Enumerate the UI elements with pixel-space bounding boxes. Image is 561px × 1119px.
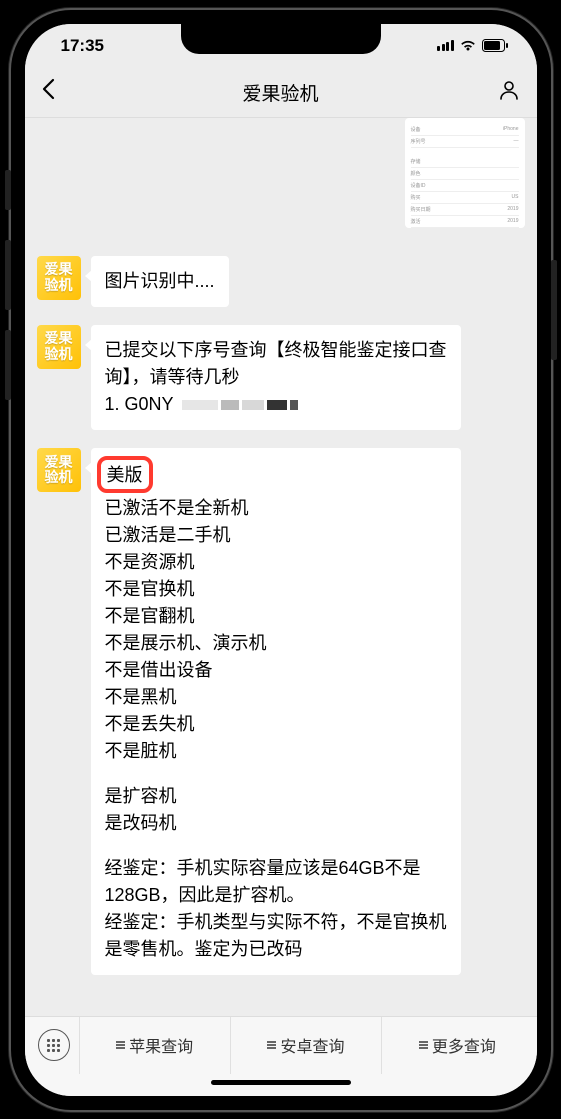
wifi-icon bbox=[459, 39, 477, 52]
result-line: 是扩容机 bbox=[105, 783, 447, 810]
cellular-icon bbox=[437, 40, 454, 51]
chat-area[interactable]: 设备iPhone 序列号— 存储 颜色 设备ID 购买US 购买日期2019 激… bbox=[25, 118, 537, 1016]
verdict-text: 经鉴定：手机类型与实际不符，不是官换机是零售机。鉴定为已改码 bbox=[105, 909, 447, 963]
screen: 17:35 爱果验机 bbox=[25, 24, 537, 1096]
message-bubble[interactable]: 已提交以下序号查询【终极智能鉴定接口查询】，请等待几秒 1. G0NY bbox=[91, 325, 461, 431]
menu-icon bbox=[267, 1041, 276, 1049]
back-button[interactable] bbox=[41, 78, 81, 107]
result-line: 不是脏机 bbox=[105, 738, 447, 765]
status-time: 17:35 bbox=[61, 36, 104, 56]
nav-bar: 爱果验机 bbox=[25, 68, 537, 118]
result-line: 不是黑机 bbox=[105, 684, 447, 711]
result-line: 不是展示机、演示机 bbox=[105, 630, 447, 657]
keyboard-toggle-button[interactable] bbox=[29, 1029, 79, 1061]
result-line: 已激活不是全新机 bbox=[105, 495, 447, 522]
avatar[interactable]: 爱果验机 bbox=[37, 256, 81, 300]
phone-frame: 17:35 爱果验机 bbox=[11, 10, 551, 1110]
result-line: 不是资源机 bbox=[105, 549, 447, 576]
redacted-serial bbox=[182, 391, 301, 418]
page-title: 爱果验机 bbox=[242, 79, 318, 106]
region-highlight: 美版 bbox=[97, 456, 153, 493]
home-indicator[interactable] bbox=[25, 1074, 537, 1096]
apple-query-button[interactable]: 苹果查询 bbox=[79, 1017, 230, 1074]
message-text: 已提交以下序号查询【终极智能鉴定接口查询】，请等待几秒 bbox=[105, 337, 447, 391]
result-line: 不是丢失机 bbox=[105, 711, 447, 738]
result-line: 不是官换机 bbox=[105, 576, 447, 603]
profile-button[interactable] bbox=[480, 79, 520, 106]
result-line: 不是借出设备 bbox=[105, 657, 447, 684]
result-line: 不是官翻机 bbox=[105, 603, 447, 630]
menu-icon bbox=[116, 1041, 125, 1049]
message-row: 爱果验机 图片识别中.... bbox=[37, 256, 525, 307]
result-bubble[interactable]: 美版 已激活不是全新机 已激活是二手机 不是资源机 不是官换机 不是官翻机 不是… bbox=[91, 448, 461, 975]
avatar[interactable]: 爱果验机 bbox=[37, 448, 81, 492]
android-query-button[interactable]: 安卓查询 bbox=[230, 1017, 381, 1074]
more-query-button[interactable]: 更多查询 bbox=[381, 1017, 532, 1074]
message-text: 图片识别中.... bbox=[105, 271, 215, 291]
avatar[interactable]: 爱果验机 bbox=[37, 325, 81, 369]
message-row: 爱果验机 已提交以下序号查询【终极智能鉴定接口查询】，请等待几秒 1. G0NY bbox=[37, 325, 525, 431]
result-line: 是改码机 bbox=[105, 810, 447, 837]
message-bubble[interactable]: 图片识别中.... bbox=[91, 256, 229, 307]
verdict-text: 经鉴定：手机实际容量应该是64GB不是128GB，因此是扩容机。 bbox=[105, 855, 447, 909]
bottom-toolbar: 苹果查询 安卓查询 更多查询 bbox=[25, 1016, 537, 1074]
notch bbox=[181, 24, 381, 54]
message-text: 1. G0NY bbox=[105, 391, 447, 419]
menu-icon bbox=[419, 1041, 428, 1049]
battery-icon bbox=[482, 39, 509, 52]
message-row: 爱果验机 美版 已激活不是全新机 已激活是二手机 不是资源机 不是官换机 不是官… bbox=[37, 448, 525, 975]
attachment-thumbnail[interactable]: 设备iPhone 序列号— 存储 颜色 设备ID 购买US 购买日期2019 激… bbox=[405, 118, 525, 228]
result-line: 已激活是二手机 bbox=[105, 522, 447, 549]
